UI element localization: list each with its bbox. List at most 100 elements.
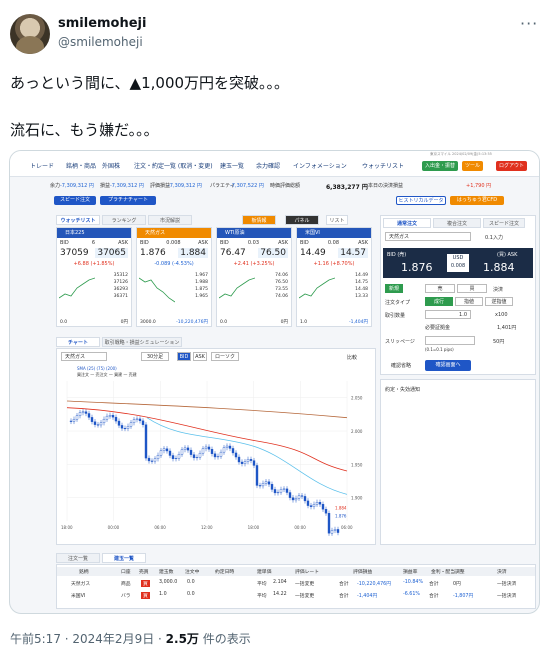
- nav-item-info[interactable]: インフォメーション: [293, 161, 347, 170]
- tab-position-list[interactable]: 建玉一覧: [102, 553, 146, 563]
- hacchu-cfd-button[interactable]: はっちゅう君CFD: [450, 196, 504, 205]
- mini-chart: [299, 277, 335, 299]
- candlestick-chart[interactable]: 2.050 2.000 1.950 1.900 18:00 00:00 06:00 12:00…: [57, 377, 377, 537]
- tweet: smilemoheji @smilemoheji ··· あっという間に、▲1,…: [0, 0, 554, 654]
- watch-card[interactable]: 天然ガス BID 0.008 ASK 1.876 1.884 -0.089 (-4.53%)…: [136, 227, 212, 327]
- nav-item-watchlist[interactable]: ウォッチリスト: [362, 161, 404, 170]
- watch-card[interactable]: 米国VI BID 0.08 ASK 14.49 14.57 +1.16 (+8.70%) 14…: [296, 227, 372, 327]
- interval-select[interactable]: 30分足: [141, 352, 169, 361]
- logout-button[interactable]: ログアウト: [496, 161, 528, 171]
- chart-symbol-select[interactable]: 天然ガス: [61, 352, 107, 361]
- notice-panel: 約定・失効通知: [380, 379, 536, 545]
- sell-button[interactable]: 売: [425, 284, 455, 293]
- order-bid[interactable]: 1.876: [401, 261, 433, 274]
- type-limit[interactable]: 指値: [455, 297, 483, 306]
- y-tick: 2.000: [351, 429, 363, 434]
- table-row[interactable]: 米国VI バラ買 1.0 0.0 平均 14.22 一括変更 合計 -1,404円 -6.61% 合…: [57, 591, 535, 600]
- card-ask[interactable]: 37065: [95, 248, 128, 258]
- nav-item-positions[interactable]: 建玉一覧: [220, 161, 244, 170]
- account-summary: 余力 -7,309,312 円 損益 -7,309,312 円 評価損益 -7,…: [50, 183, 492, 191]
- lot-input-toggle[interactable]: 0.1入力: [485, 234, 503, 241]
- tab-speed-order[interactable]: スピード注文: [483, 218, 525, 228]
- card-change: -0.089 (-4.53%): [154, 261, 194, 267]
- card-bid[interactable]: 76.47: [220, 248, 246, 258]
- nav-item-foreign[interactable]: 外国株: [102, 161, 120, 170]
- historical-data-button[interactable]: ヒストリカルデータ: [396, 196, 446, 205]
- tab-normal-order[interactable]: 通常注文: [383, 218, 431, 228]
- type-market[interactable]: 成行: [425, 297, 453, 306]
- card-bid[interactable]: 37059: [60, 248, 89, 258]
- user-handle[interactable]: @smilemoheji: [58, 35, 143, 49]
- card-ask[interactable]: 14.57: [338, 248, 368, 258]
- x-tick: 00:00: [294, 525, 306, 530]
- tab-watchlist[interactable]: ウォッチリスト: [56, 215, 100, 225]
- order-panel: 通常注文 複合注文 スピード注文 天然ガス 0.1入力 BID (売) 1.87…: [380, 215, 536, 375]
- table-header: 銘柄 口座 売買 建玉数 注文中 約定日時 建単価 評価レート 評価損益 損益率…: [57, 567, 535, 576]
- sma-legend: SMA (25) (75) (200): [77, 366, 117, 371]
- tab-chart[interactable]: チャート: [56, 337, 100, 347]
- tab-order-list[interactable]: 注文一覧: [56, 553, 100, 563]
- tweet-text-line1: あっという間に、▲1,000万円を突破。。。: [10, 74, 290, 92]
- nav-item-trade[interactable]: トレード: [30, 161, 54, 170]
- y-tick: 2.050: [351, 396, 363, 401]
- chart-panel: 天然ガス 30分足 BID ASK ローソク 比較 SMA (25) (75) …: [56, 348, 376, 545]
- buy-button[interactable]: 買: [457, 284, 487, 293]
- clock: 東京スマイル 2024/02/09(金)5:13:55: [430, 152, 492, 156]
- avatar[interactable]: [10, 14, 50, 54]
- display-name[interactable]: smilemoheji: [58, 16, 146, 31]
- chart-bid-toggle[interactable]: BID: [177, 352, 191, 361]
- card-title[interactable]: 日本225: [57, 228, 131, 238]
- tab-simulation[interactable]: 取引戦略・損益シミュレーション: [102, 337, 182, 347]
- attached-screenshot[interactable]: トレード 銘柄・商品 外国株 注文・約定一覧 (取消・変更) 建玉一覧 余力確認…: [9, 150, 540, 614]
- tab-complex-order[interactable]: 複合注文: [433, 218, 481, 228]
- tweet-meta[interactable]: 午前5:17 · 2024年2月9日 · 2.5万 件の表示: [10, 630, 251, 647]
- tab-ranking[interactable]: ランキング: [102, 215, 146, 225]
- speed-order-button[interactable]: スピード注文: [54, 196, 96, 205]
- table-row[interactable]: 天然ガス 商品買 3,000.0 0.0 平均 2.104 一括変更 合計 -10,220,47…: [57, 579, 535, 588]
- card-title[interactable]: 米国VI: [297, 228, 371, 238]
- new-order-tag[interactable]: 新規: [385, 284, 403, 293]
- tab-panel[interactable]: パネル: [285, 215, 319, 225]
- nav-item-products[interactable]: 銘柄・商品: [66, 161, 96, 170]
- symbol-select[interactable]: 天然ガス: [385, 232, 471, 241]
- compare-checkbox[interactable]: 比較: [347, 354, 357, 361]
- card-ask[interactable]: 1.884: [178, 248, 208, 258]
- card-title[interactable]: 天然ガス: [137, 228, 211, 238]
- chart-style-select[interactable]: ローソク: [211, 352, 239, 361]
- mini-chart: [59, 277, 95, 299]
- card-change: +6.88 (+1.85%): [73, 261, 115, 267]
- tab-market[interactable]: 市況解説: [148, 215, 192, 225]
- card-bid[interactable]: 14.49: [300, 248, 326, 258]
- watch-card[interactable]: 日本225 BID 6 ASK 37059 37065 +6.88 (+1.85%) 3531…: [56, 227, 132, 327]
- x-tick: 06:00: [154, 525, 166, 530]
- card-title[interactable]: WTI原油: [217, 228, 291, 238]
- tab-board[interactable]: 板情報: [242, 215, 276, 225]
- card-ask[interactable]: 76.50: [258, 248, 288, 258]
- slippage-input[interactable]: [425, 336, 475, 345]
- view-count: 2.5万: [165, 632, 199, 646]
- deposit-button[interactable]: 入出金・振替: [422, 161, 459, 171]
- card-bid[interactable]: 1.876: [140, 248, 166, 258]
- tab-list[interactable]: リスト: [326, 215, 348, 225]
- card-change: +1.16 (+8.70%): [313, 261, 355, 267]
- settle-checkbox[interactable]: 決済: [493, 286, 503, 293]
- mini-chart: [219, 277, 255, 299]
- confirm-button[interactable]: 確認画面へ: [425, 360, 471, 371]
- platinum-chart-button[interactable]: プラチナチャート: [100, 196, 156, 205]
- y-tick: 1.900: [351, 496, 363, 501]
- type-stop[interactable]: 逆指値: [485, 297, 513, 306]
- nav-item-margin[interactable]: 余力確認: [256, 161, 280, 170]
- more-options-icon[interactable]: ···: [520, 14, 538, 33]
- chart-ask-toggle[interactable]: ASK: [193, 352, 207, 361]
- mini-chart: [139, 277, 175, 303]
- nav-item-orders[interactable]: 注文・約定一覧 (取消・変更): [134, 161, 213, 170]
- x-tick: 00:00: [108, 525, 120, 530]
- x-tick: 18:00: [248, 525, 260, 530]
- tweet-text-line2: 流石に、もう嫌だ。。。: [10, 121, 159, 139]
- lot-input[interactable]: 1.0: [425, 310, 471, 319]
- tools-button[interactable]: ツール: [462, 161, 484, 171]
- skip-confirm-checkbox[interactable]: 確認省略: [391, 362, 411, 369]
- order-ask[interactable]: 1.884: [483, 261, 515, 274]
- watch-card[interactable]: WTI原油 BID 0.03 ASK 76.47 76.50 +2.41 (+3.25%) 7…: [216, 227, 292, 327]
- margin-value: 1,401円: [497, 325, 517, 331]
